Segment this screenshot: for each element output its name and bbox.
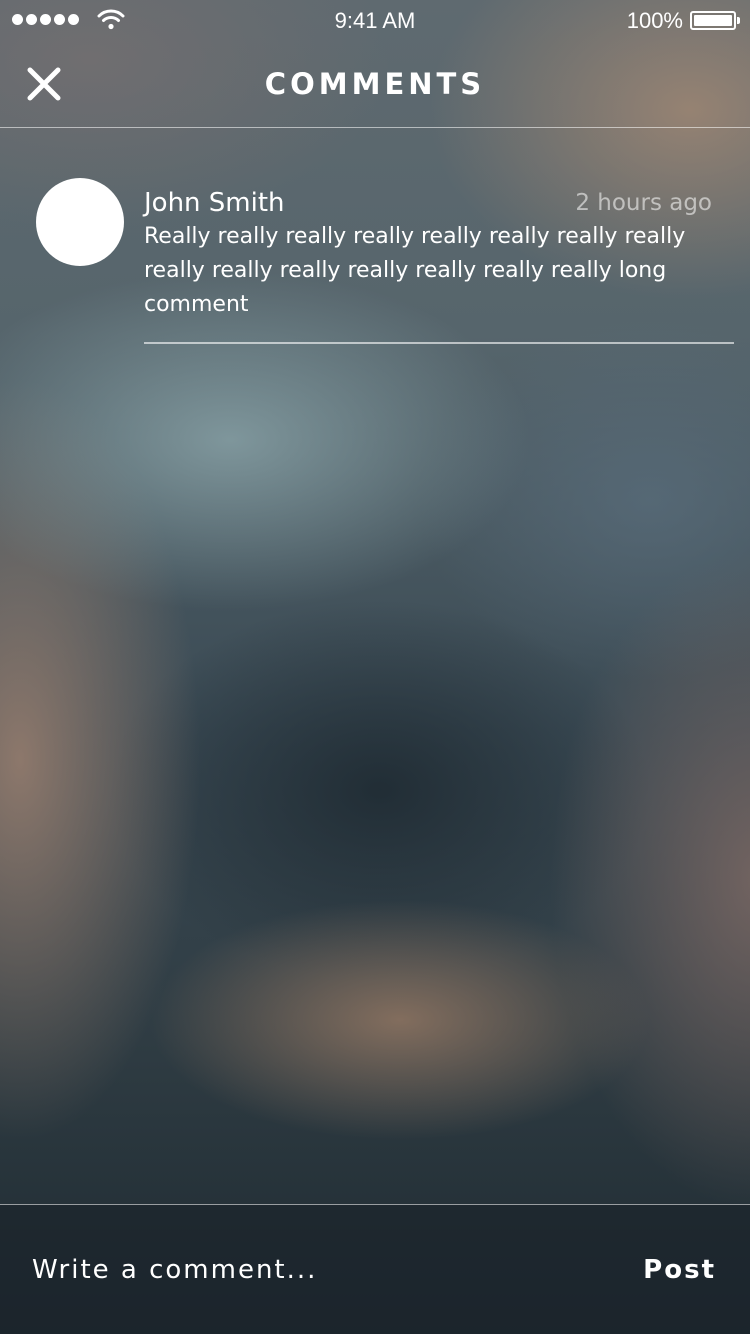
post-button[interactable]: Post bbox=[643, 1255, 716, 1285]
nav-bar: COMMENTS bbox=[0, 40, 750, 128]
battery-icon bbox=[690, 11, 740, 30]
status-bar: 9:41 AM 100% bbox=[0, 0, 750, 40]
comment-text: Really really really really really reall… bbox=[144, 224, 686, 317]
comment-composer: Post bbox=[0, 1204, 750, 1334]
battery-percent: 100% bbox=[626, 8, 683, 33]
comment-timestamp: 2 hours ago bbox=[575, 190, 712, 216]
comment-body: John Smith 2 hours ago Really really rea… bbox=[144, 186, 734, 344]
comment-input[interactable] bbox=[32, 1248, 592, 1292]
avatar[interactable] bbox=[36, 178, 124, 266]
page-title: COMMENTS bbox=[264, 67, 486, 101]
